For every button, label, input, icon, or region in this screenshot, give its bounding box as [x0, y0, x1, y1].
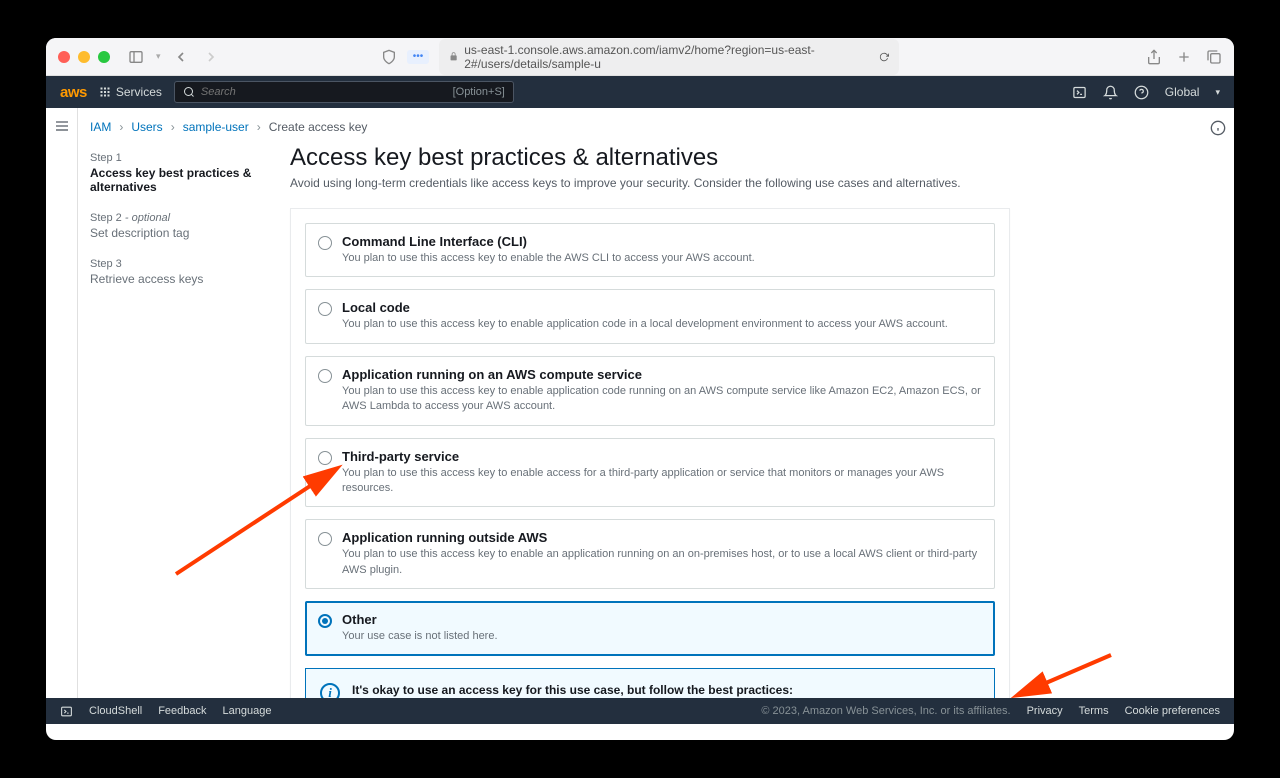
tracking-badge[interactable]: •••: [407, 50, 429, 64]
search-input[interactable]: [201, 86, 447, 98]
info-panel-icon[interactable]: [1210, 120, 1226, 136]
toolbar-right: [1146, 49, 1222, 65]
breadcrumb-iam[interactable]: IAM: [90, 120, 111, 134]
option-third-party[interactable]: Third-party service You plan to use this…: [305, 438, 995, 508]
services-label: Services: [116, 85, 162, 99]
toolbar-left: ▾: [128, 49, 219, 65]
main-column: IAM › Users › sample-user › Create acces…: [78, 108, 1234, 724]
chevron-right-icon: ›: [119, 120, 123, 134]
tabs-overview-icon[interactable]: [1206, 49, 1222, 65]
aws-logo[interactable]: aws: [60, 84, 87, 101]
copyright-text: © 2023, Amazon Web Services, Inc. or its…: [761, 705, 1010, 717]
url-bar[interactable]: us-east-1.console.aws.amazon.com/iamv2/h…: [439, 39, 899, 75]
chevron-right-icon: ›: [257, 120, 261, 134]
forward-button[interactable]: [203, 49, 219, 65]
nav-rail: [46, 108, 78, 724]
cloudshell-footer-icon[interactable]: [60, 705, 73, 718]
region-selector[interactable]: Global: [1165, 85, 1200, 99]
content-area: IAM › Users › sample-user › Create acces…: [46, 108, 1234, 724]
page-subtitle: Avoid using long-term credentials like a…: [290, 176, 1010, 190]
breadcrumb-current: Create access key: [269, 120, 368, 134]
shield-icon[interactable]: [381, 49, 397, 65]
option-outside-aws[interactable]: Application running outside AWS You plan…: [305, 519, 995, 589]
breadcrumb-users[interactable]: Users: [131, 120, 162, 134]
aws-search[interactable]: [Option+S]: [174, 81, 514, 103]
radio-icon: [318, 532, 332, 546]
minimize-window-button[interactable]: [78, 51, 90, 63]
titlebar: ▾ ••• us-east-1.console.aws.amazon.com/i…: [46, 38, 1234, 76]
wizard-sidebar: Step 1 Access key best practices & alter…: [90, 144, 260, 724]
search-icon: [183, 86, 195, 98]
grid-icon: [99, 86, 111, 98]
search-kbd-hint: [Option+S]: [453, 86, 505, 98]
option-cli[interactable]: Command Line Interface (CLI) You plan to…: [305, 223, 995, 277]
form-area: Access key best practices & alternatives…: [290, 144, 1010, 724]
option-aws-compute[interactable]: Application running on an AWS compute se…: [305, 356, 995, 426]
maximize-window-button[interactable]: [98, 51, 110, 63]
wizard-step-2[interactable]: Step 2 - optional Set description tag: [90, 212, 260, 240]
back-button[interactable]: [173, 49, 189, 65]
traffic-lights: [58, 51, 110, 63]
chevron-down-icon[interactable]: ▾: [156, 51, 161, 62]
radio-icon: [318, 451, 332, 465]
browser-window: ▾ ••• us-east-1.console.aws.amazon.com/i…: [46, 38, 1234, 740]
page-title: Access key best practices & alternatives: [290, 144, 1010, 172]
privacy-link[interactable]: Privacy: [1027, 705, 1063, 717]
aws-footer: CloudShell Feedback Language © 2023, Ama…: [46, 698, 1234, 724]
cloudshell-icon[interactable]: [1072, 85, 1087, 100]
services-menu[interactable]: Services: [99, 85, 162, 99]
share-icon[interactable]: [1146, 49, 1162, 65]
radio-icon: [318, 236, 332, 250]
cloudshell-link[interactable]: CloudShell: [89, 705, 142, 717]
terms-link[interactable]: Terms: [1079, 705, 1109, 717]
chevron-right-icon: ›: [171, 120, 175, 134]
radio-icon: [318, 369, 332, 383]
breadcrumb: IAM › Users › sample-user › Create acces…: [90, 120, 1214, 144]
hamburger-icon[interactable]: [54, 118, 70, 134]
breadcrumb-sample-user[interactable]: sample-user: [183, 120, 249, 134]
option-local-code[interactable]: Local code You plan to use this access k…: [305, 289, 995, 343]
wizard-step-1[interactable]: Step 1 Access key best practices & alter…: [90, 152, 260, 194]
info-heading: It's okay to use an access key for this …: [352, 683, 980, 697]
language-link[interactable]: Language: [223, 705, 272, 717]
account-menu[interactable]: ▾: [1215, 87, 1220, 98]
sidebar-toggle-icon[interactable]: [128, 49, 144, 65]
cookie-link[interactable]: Cookie preferences: [1125, 705, 1220, 717]
radio-icon: [318, 614, 332, 628]
url-text: us-east-1.console.aws.amazon.com/iamv2/h…: [464, 43, 873, 71]
close-window-button[interactable]: [58, 51, 70, 63]
toolbar-center: ••• us-east-1.console.aws.amazon.com/iam…: [381, 39, 899, 75]
lock-icon: [449, 51, 458, 62]
option-other[interactable]: Other Your use case is not listed here.: [305, 601, 995, 655]
radio-icon: [318, 302, 332, 316]
aws-header-right: Global ▾: [1072, 85, 1220, 100]
aws-header: aws Services [Option+S] Global ▾: [46, 76, 1234, 108]
feedback-link[interactable]: Feedback: [158, 705, 206, 717]
help-icon[interactable]: [1134, 85, 1149, 100]
reload-icon[interactable]: [879, 51, 889, 63]
options-panel: Command Line Interface (CLI) You plan to…: [290, 208, 1010, 724]
notifications-icon[interactable]: [1103, 85, 1118, 100]
wizard-step-3[interactable]: Step 3 Retrieve access keys: [90, 258, 260, 286]
new-tab-icon[interactable]: [1176, 49, 1192, 65]
